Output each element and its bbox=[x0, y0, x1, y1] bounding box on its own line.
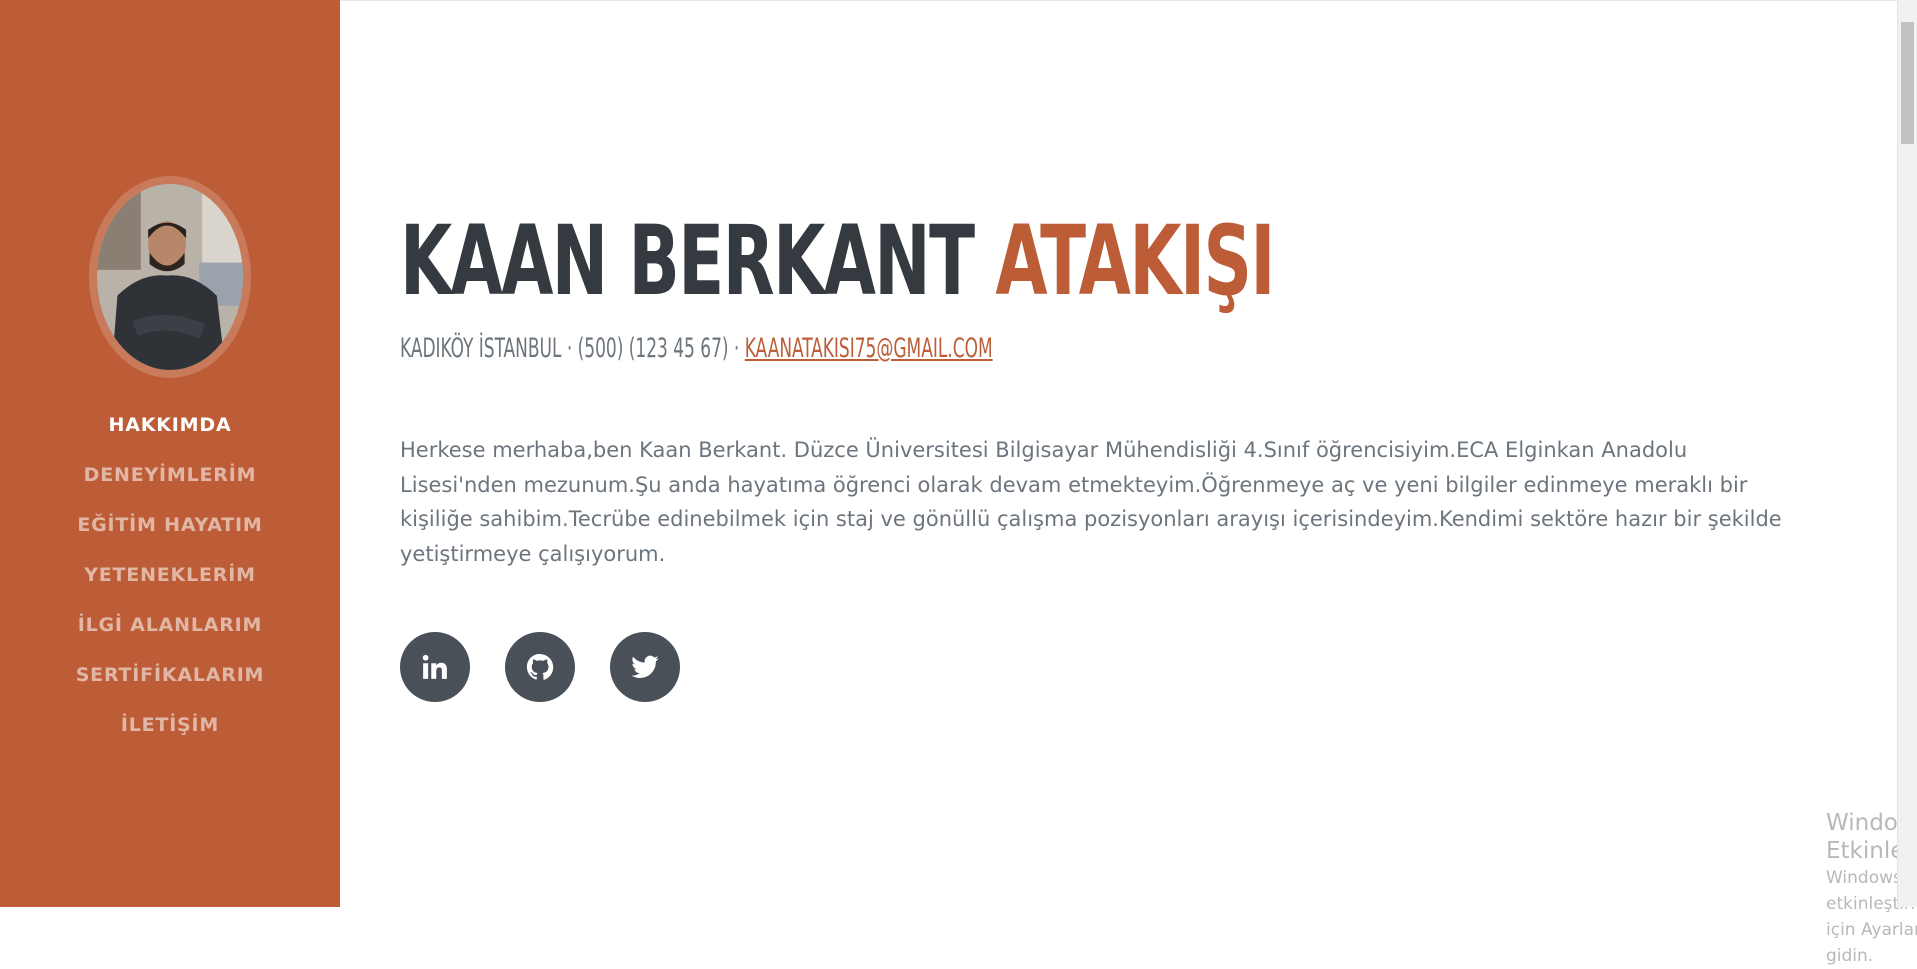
linkedin-button[interactable] bbox=[400, 632, 470, 702]
nav-item-ilgi-alanlarim[interactable]: İLGİ ALANLARIM bbox=[78, 614, 263, 636]
main-content: KAAN BERKANT ATAKIŞI KADIKÖY İSTANBUL · … bbox=[340, 0, 1917, 966]
nav-item-deneyimlerim[interactable]: DENEYİMLERİM bbox=[84, 464, 257, 486]
sidebar: HAKKIMDA DENEYİMLERİM EĞİTİM HAYATIM YET… bbox=[0, 0, 340, 907]
nav-item-yeteneklerim[interactable]: YETENEKLERİM bbox=[84, 564, 256, 586]
avatar-frame bbox=[89, 176, 251, 378]
github-button[interactable] bbox=[505, 632, 575, 702]
page-title: KAAN BERKANT ATAKIŞI bbox=[400, 205, 1275, 317]
vertical-scrollbar[interactable] bbox=[1897, 0, 1917, 907]
twitter-button[interactable] bbox=[610, 632, 680, 702]
avatar bbox=[97, 184, 243, 370]
sidebar-nav: HAKKIMDA DENEYİMLERİM EĞİTİM HAYATIM YET… bbox=[0, 400, 340, 750]
last-name: ATAKIŞI bbox=[995, 205, 1275, 317]
nav-item-hakkimda[interactable]: HAKKIMDA bbox=[109, 414, 232, 436]
twitter-icon bbox=[631, 655, 659, 679]
nav-item-egitim-hayatim[interactable]: EĞİTİM HAYATIM bbox=[77, 514, 262, 536]
contact-info: KADIKÖY İSTANBUL · (500) (123 45 67) · bbox=[400, 333, 745, 364]
nav-item-iletisim[interactable]: İLETİŞİM bbox=[121, 714, 219, 736]
first-name: KAAN BERKANT bbox=[400, 205, 975, 317]
linkedin-icon bbox=[422, 654, 447, 679]
social-links bbox=[400, 632, 680, 702]
github-icon bbox=[526, 653, 554, 680]
scrollbar-thumb[interactable] bbox=[1901, 22, 1914, 144]
about-text: Herkese merhaba,ben Kaan Berkant. Düzce … bbox=[400, 438, 1782, 566]
email-link[interactable]: KAANATAKISI75@GMAIL.COM bbox=[745, 333, 993, 364]
nav-item-sertifikalarim[interactable]: SERTİFİKALARIM bbox=[76, 664, 265, 686]
contact-line: KADIKÖY İSTANBUL · (500) (123 45 67) · K… bbox=[400, 333, 993, 364]
